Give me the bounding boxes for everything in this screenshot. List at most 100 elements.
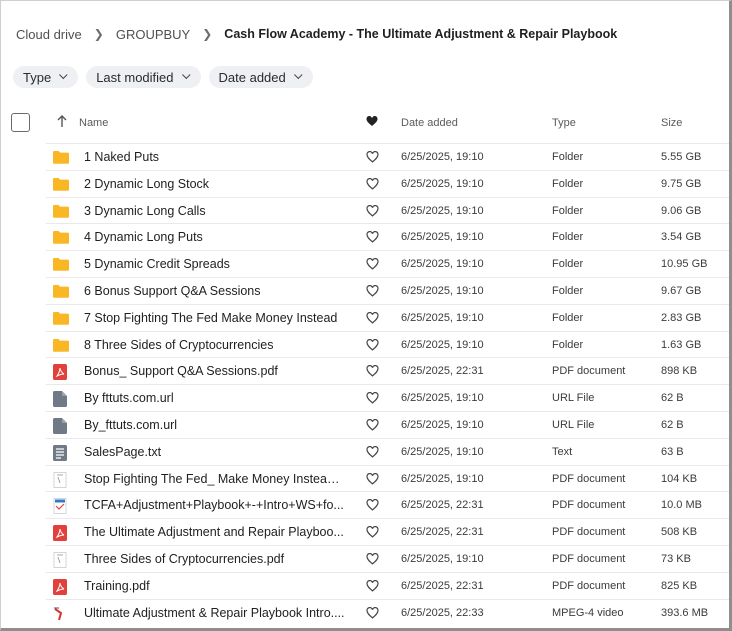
filter-date-added-button[interactable]: Date added — [208, 66, 313, 88]
file-name[interactable]: By fttuts.com.url — [84, 391, 346, 405]
table-row[interactable]: 1 Naked Puts 6/25/2025, 19:10 Folder 5.55 G… — [46, 143, 729, 170]
favorite-heart-icon[interactable] — [366, 365, 379, 378]
file-type: URL File — [552, 418, 595, 431]
folder-icon — [53, 204, 69, 218]
file-date-added: 6/25/2025, 19:10 — [401, 151, 484, 163]
file-name[interactable]: 4 Dynamic Long Puts — [84, 230, 346, 244]
filter-last-modified-button[interactable]: Last modified — [86, 66, 201, 88]
video-thumbnail-icon — [53, 606, 69, 620]
file-size: 62 B — [661, 418, 684, 431]
sort-ascending-arrow-icon[interactable] — [56, 114, 68, 128]
table-row[interactable]: 3 Dynamic Long Calls 6/25/2025, 19:10 Fold… — [46, 196, 729, 224]
table-row[interactable]: 5 Dynamic Credit Spreads 6/25/2025, 19:10… — [46, 250, 729, 277]
file-name[interactable]: Stop Fighting The Fed_ Make Money Instea… — [84, 472, 346, 486]
file-name[interactable]: 1 Naked Puts — [84, 150, 346, 164]
folder-icon — [53, 257, 69, 271]
favorite-column-heart-icon[interactable] — [366, 115, 378, 127]
table-row[interactable]: 7 Stop Fighting The Fed Make Money Inste… — [46, 303, 729, 331]
table-row[interactable]: SalesPage.txt 6/25/2025, 19:10 Text 63 B — [46, 437, 729, 465]
file-size: 9.67 GB — [661, 284, 702, 297]
file-name[interactable]: Bonus_ Support Q&A Sessions.pdf — [84, 364, 346, 378]
favorite-heart-icon[interactable] — [366, 151, 379, 163]
favorite-heart-icon[interactable] — [366, 552, 379, 565]
file-name[interactable]: By_fttuts.com.url — [84, 418, 346, 432]
file-size: 1.63 GB — [661, 338, 702, 351]
favorite-heart-icon[interactable] — [366, 445, 379, 458]
file-name[interactable]: 7 Stop Fighting The Fed Make Money Inste… — [84, 311, 346, 325]
select-all-checkbox[interactable] — [11, 113, 30, 132]
table-row[interactable]: TCFA+Adjustment+Playbook+-+Intro+WS+fo..… — [46, 491, 729, 518]
pdf-icon — [53, 525, 69, 542]
table-row[interactable]: 2 Dynamic Long Stock 6/25/2025, 19:10 Fold… — [46, 169, 729, 197]
breadcrumb-root[interactable]: Cloud drive — [16, 27, 82, 42]
breadcrumb-parent[interactable]: GROUPBUY — [116, 27, 190, 42]
table-row[interactable]: Stop Fighting The Fed_ Make Money Instea… — [46, 464, 729, 492]
column-header-size[interactable]: Size — [661, 117, 682, 129]
file-date-added: 6/25/2025, 19:10 — [401, 418, 484, 431]
file-type: Folder — [552, 177, 584, 190]
favorite-heart-icon[interactable] — [366, 526, 379, 538]
column-header-type[interactable]: Type — [552, 117, 576, 129]
favorite-heart-icon[interactable] — [366, 579, 379, 592]
favorite-heart-icon[interactable] — [366, 472, 379, 485]
file-type: PDF document — [552, 552, 626, 565]
table-row[interactable]: 6 Bonus Support Q&A Sessions 6/25/2025, 1… — [46, 276, 729, 304]
table-row[interactable]: Ultimate Adjustment & Repair Playbook In… — [46, 598, 729, 626]
file-name[interactable]: 5 Dynamic Credit Spreads — [84, 257, 346, 271]
file-list: 1 Naked Puts 6/25/2025, 19:10 Folder 5.55 G… — [46, 143, 729, 625]
table-row[interactable]: By_fttuts.com.url 6/25/2025, 19:10 URL Fil… — [46, 410, 729, 438]
favorite-heart-icon[interactable] — [366, 177, 379, 190]
folder-icon — [53, 311, 69, 325]
favorite-heart-icon[interactable] — [366, 418, 379, 431]
file-name[interactable]: 6 Bonus Support Q&A Sessions — [84, 284, 346, 298]
file-size: 9.75 GB — [661, 177, 702, 190]
text-file-icon — [53, 444, 69, 461]
table-row[interactable]: The Ultimate Adjustment and Repair Playb… — [46, 518, 729, 545]
file-name[interactable]: 8 Three Sides of Cryptocurrencies — [84, 338, 346, 352]
file-size: 104 KB — [661, 472, 698, 485]
file-name[interactable]: Training.pdf — [84, 579, 346, 593]
file-size: 2.83 GB — [661, 311, 702, 324]
file-size: 62 B — [661, 392, 684, 405]
favorite-heart-icon[interactable] — [366, 284, 379, 297]
favorite-heart-icon[interactable] — [366, 258, 379, 270]
table-row[interactable]: Bonus_ Support Q&A Sessions.pdf 6/25/2025… — [46, 357, 729, 384]
column-header-name[interactable]: Name — [79, 117, 108, 129]
file-name[interactable]: Three Sides of Cryptocurrencies.pdf — [84, 552, 346, 566]
file-name[interactable]: TCFA+Adjustment+Playbook+-+Intro+WS+fo..… — [84, 498, 346, 512]
file-date-added: 6/25/2025, 19:10 — [401, 177, 484, 190]
file-type: Folder — [552, 151, 584, 163]
table-row[interactable]: 4 Dynamic Long Puts 6/25/2025, 19:10 Folde… — [46, 223, 729, 250]
folder-icon — [53, 150, 69, 164]
table-row[interactable]: Three Sides of Cryptocurrencies.pdf 6/25/… — [46, 544, 729, 572]
file-date-added: 6/25/2025, 22:31 — [401, 579, 484, 592]
file-name[interactable]: The Ultimate Adjustment and Repair Playb… — [84, 525, 346, 539]
pdf-thumbnail-icon — [53, 471, 69, 488]
file-name[interactable]: SalesPage.txt — [84, 445, 346, 459]
favorite-heart-icon[interactable] — [366, 311, 379, 324]
file-icon — [53, 391, 69, 408]
file-type: PDF document — [552, 526, 626, 539]
file-type: Folder — [552, 284, 584, 297]
file-date-added: 6/25/2025, 19:10 — [401, 258, 484, 271]
favorite-heart-icon[interactable] — [366, 606, 379, 619]
file-name[interactable]: 3 Dynamic Long Calls — [84, 204, 346, 218]
filter-type-button[interactable]: Type — [13, 66, 79, 88]
file-type: Folder — [552, 338, 584, 351]
file-name[interactable]: 2 Dynamic Long Stock — [84, 177, 346, 191]
favorite-heart-icon[interactable] — [366, 231, 379, 244]
file-date-added: 6/25/2025, 19:10 — [401, 338, 484, 351]
table-row[interactable]: 8 Three Sides of Cryptocurrencies 6/25/20… — [46, 330, 729, 358]
file-name[interactable]: Ultimate Adjustment & Repair Playbook In… — [84, 606, 346, 620]
file-size: 508 KB — [661, 526, 698, 539]
file-type: PDF document — [552, 579, 626, 592]
favorite-heart-icon[interactable] — [366, 338, 379, 351]
column-header-date-added[interactable]: Date added — [401, 117, 458, 129]
breadcrumb-current: Cash Flow Academy - The Ultimate Adjustm… — [224, 27, 618, 41]
file-type: MPEG-4 video — [552, 606, 624, 619]
table-row[interactable]: By fttuts.com.url 6/25/2025, 19:10 URL Fil… — [46, 384, 729, 411]
table-row[interactable]: Training.pdf 6/25/2025, 22:31 PDF document… — [46, 571, 729, 599]
favorite-heart-icon[interactable] — [366, 499, 379, 512]
favorite-heart-icon[interactable] — [366, 204, 379, 217]
favorite-heart-icon[interactable] — [366, 392, 379, 404]
